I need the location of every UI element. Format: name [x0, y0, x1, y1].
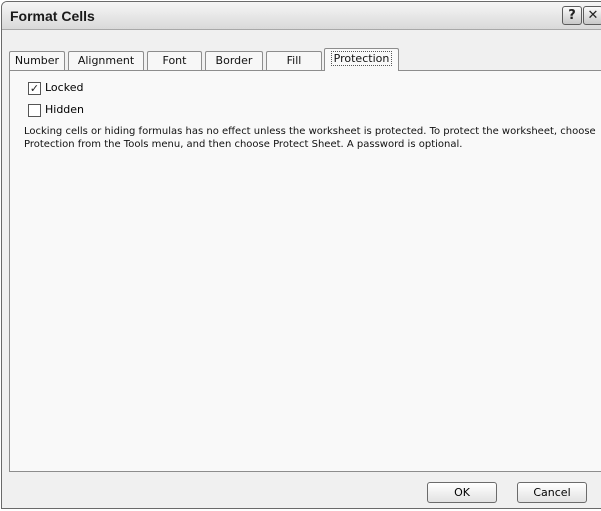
close-button[interactable]: ✕ — [583, 6, 601, 25]
tab-alignment[interactable]: Alignment — [68, 51, 144, 70]
tab-border[interactable]: Border — [205, 51, 263, 70]
tab-fill[interactable]: Fill — [266, 51, 322, 70]
ok-button[interactable]: OK — [427, 482, 497, 503]
help-button[interactable]: ? — [562, 6, 582, 25]
tab-protection-label: Protection — [330, 51, 393, 66]
tab-number[interactable]: Number — [9, 51, 65, 70]
locked-label[interactable]: Locked — [45, 81, 83, 94]
tab-protection[interactable]: Protection — [324, 48, 399, 71]
tab-font[interactable]: Font — [147, 51, 202, 70]
locked-checkbox[interactable]: ✓ — [28, 82, 41, 95]
help-icon: ? — [568, 8, 576, 23]
protection-description: Locking cells or hiding formulas has no … — [24, 126, 596, 150]
close-icon: ✕ — [587, 8, 599, 23]
dialog-title: Format Cells — [10, 8, 95, 24]
cancel-button[interactable]: Cancel — [517, 482, 587, 503]
hidden-checkbox[interactable] — [28, 104, 41, 117]
hidden-label[interactable]: Hidden — [45, 103, 84, 116]
title-bar[interactable]: Format Cells ? ✕ — [2, 2, 601, 30]
